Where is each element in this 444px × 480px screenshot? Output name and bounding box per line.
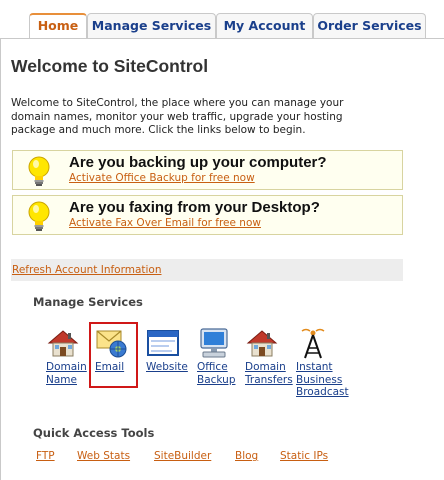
- service-office-backup[interactable]: Office Backup: [197, 326, 236, 386]
- refresh-bar: Refresh Account Information: [11, 259, 403, 281]
- quick-link-static-ips[interactable]: Static IPs: [280, 450, 328, 462]
- service-domain-name-label-1: Domain: [46, 361, 87, 373]
- email-highlight-box: [89, 322, 138, 388]
- service-domain-transfers[interactable]: Domain Transfers: [245, 326, 293, 386]
- tab-order-services[interactable]: Order Services: [313, 13, 426, 38]
- promo-backup: Are you backing up your computer? Activa…: [12, 150, 403, 190]
- intro-line-1: Welcome to SiteControl, the place where …: [11, 97, 344, 109]
- quick-access-heading: Quick Access Tools: [33, 426, 155, 440]
- house-icon: [47, 330, 79, 357]
- intro-text: Welcome to SiteControl, the place where …: [11, 97, 391, 138]
- house-icon: [246, 330, 278, 357]
- activate-fax-over-email-link[interactable]: Activate Fax Over Email for free now: [69, 217, 261, 229]
- intro-line-3: package and much more. Click the links b…: [11, 124, 306, 136]
- service-broadcast-label-2: Business: [296, 373, 343, 386]
- promo-fax: Are you faxing from your Desktop? Activa…: [12, 195, 403, 235]
- quick-link-ftp[interactable]: FTP: [36, 450, 55, 462]
- service-broadcast-label-1: Instant: [296, 361, 333, 373]
- tab-home[interactable]: Home: [29, 13, 87, 39]
- tab-my-account[interactable]: My Account: [216, 13, 313, 38]
- service-domain-name[interactable]: Domain Name: [46, 326, 87, 386]
- service-domain-name-label-2: Name: [46, 373, 77, 386]
- service-website-label: Website: [146, 361, 188, 373]
- page-title: Welcome to SiteControl: [11, 56, 209, 76]
- service-website[interactable]: Website: [146, 326, 188, 374]
- lightbulb-icon: [28, 201, 50, 231]
- service-office-backup-label-2: Backup: [197, 373, 236, 386]
- intro-line-2: domain names, monitor your web traffic, …: [11, 110, 343, 123]
- tab-manage-services[interactable]: Manage Services: [87, 13, 216, 38]
- computer-icon: [200, 328, 228, 358]
- refresh-account-link[interactable]: Refresh Account Information: [12, 264, 162, 276]
- service-broadcast-label-3: Broadcast: [296, 386, 349, 398]
- quick-link-blog[interactable]: Blog: [235, 450, 258, 462]
- lightbulb-icon: [28, 156, 50, 186]
- service-office-backup-label-1: Office: [197, 361, 228, 373]
- broadcast-tower-icon: [301, 328, 325, 359]
- service-instant-business-broadcast[interactable]: Instant Business Broadcast: [296, 326, 349, 399]
- service-domain-transfers-label-1: Domain: [245, 361, 286, 373]
- manage-services-heading: Manage Services: [33, 295, 143, 309]
- quick-link-web-stats[interactable]: Web Stats: [77, 450, 130, 462]
- activate-office-backup-link[interactable]: Activate Office Backup for free now: [69, 172, 255, 184]
- promo-fax-title: Are you faxing from your Desktop?: [69, 199, 320, 216]
- service-domain-transfers-label-2: Transfers: [245, 373, 293, 386]
- browser-window-icon: [147, 330, 179, 356]
- quick-link-sitebuilder[interactable]: SiteBuilder: [154, 450, 211, 462]
- promo-backup-title: Are you backing up your computer?: [69, 154, 327, 171]
